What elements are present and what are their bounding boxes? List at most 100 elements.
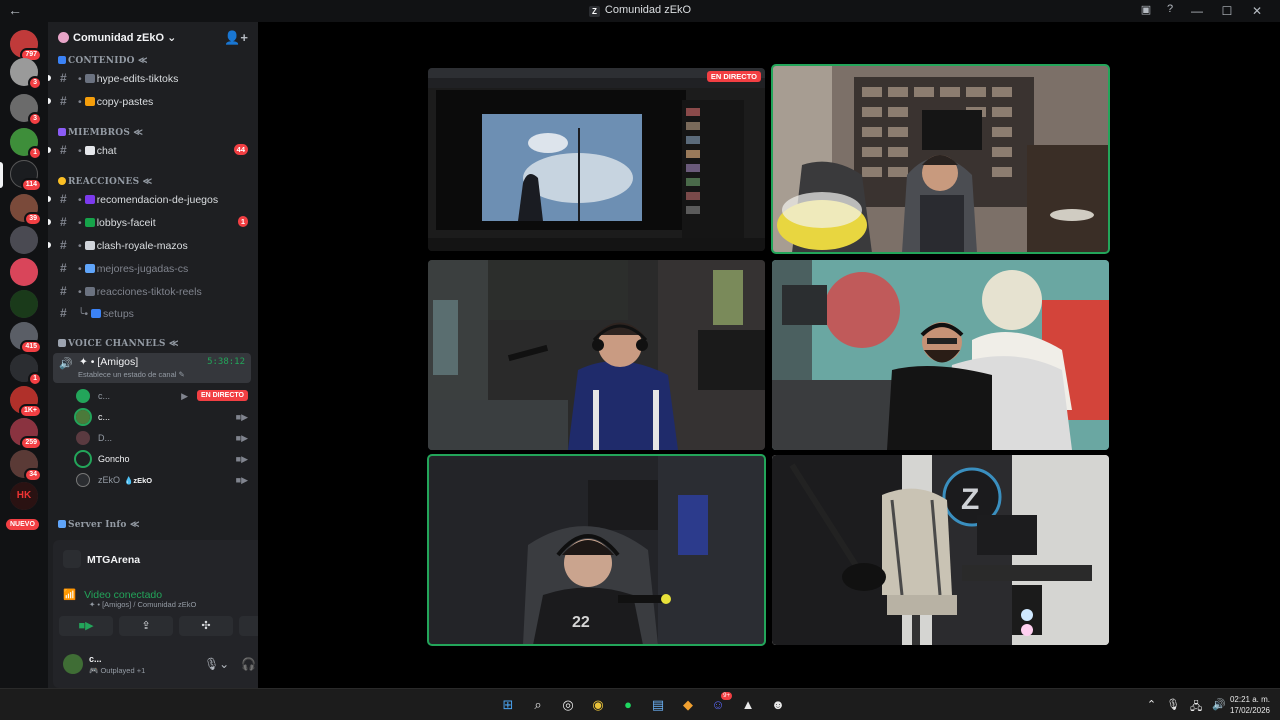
voice-user[interactable]: Goncho ■▶	[74, 450, 252, 468]
category-reacciones[interactable]: REACCIONES ≪	[58, 177, 152, 187]
start-menu-icon[interactable]: ⊞	[496, 695, 520, 715]
channel-copy-pastes[interactable]: # • copy-pastes	[54, 91, 252, 111]
speaker-icon: 🔊	[59, 358, 73, 370]
unity-icon[interactable]: ▲	[736, 695, 760, 715]
camera-button[interactable]: ■▶	[59, 616, 113, 636]
discord-icon[interactable]: ☺ 9+	[706, 692, 732, 715]
video-tile[interactable]: 22	[427, 454, 766, 646]
avatar	[76, 389, 90, 403]
server-icon[interactable]: 3	[10, 94, 42, 126]
video-grid: EN DIRECTO 22 Z	[258, 22, 1280, 688]
voice-user[interactable]: c... ■▶	[74, 408, 252, 426]
server-icon[interactable]: 39	[10, 194, 42, 226]
activities-button[interactable]: ✣	[179, 616, 233, 636]
channel-chat[interactable]: # • chat 44	[54, 140, 252, 160]
voice-user[interactable]: c... ▶ EN DIRECTO	[76, 387, 252, 405]
signal-icon: 📶	[63, 589, 77, 601]
clock-date: 17/02/2026	[1229, 706, 1270, 715]
network-icon[interactable]: 🖧	[1190, 698, 1202, 717]
hash-icon: #	[60, 238, 67, 252]
video-tile[interactable]	[772, 260, 1109, 450]
video-tile[interactable]	[428, 260, 765, 450]
server-icon[interactable]: HK	[10, 482, 38, 510]
avatar	[74, 450, 92, 468]
category-label: Server Info ≪	[68, 520, 140, 530]
voice-user[interactable]: D... ■▶	[76, 429, 252, 447]
chevron-up-icon[interactable]: ⌃	[1147, 698, 1156, 717]
avatar	[76, 431, 90, 445]
server-icon[interactable]: 259	[10, 418, 42, 450]
microphone-icon[interactable]: 🎙⌄	[204, 657, 229, 671]
server-badge: 1K+	[18, 404, 42, 418]
server-icon[interactable]: 797	[10, 30, 42, 62]
webcam-feed: 22	[428, 455, 765, 645]
inbox-icon[interactable]: ▣	[1134, 3, 1158, 19]
channel-clash-royale-mazos[interactable]: # • clash-royale-mazos	[54, 235, 252, 255]
close-button[interactable]: ✕	[1242, 3, 1272, 19]
server-icon[interactable]	[10, 226, 38, 254]
channel-label: reacciones-tiktok-reels	[96, 286, 202, 298]
voice-user[interactable]: zEkO 💧zEkO ■▶	[76, 471, 252, 489]
help-icon[interactable]: ?	[1158, 3, 1182, 19]
volume-icon[interactable]: 🔊	[1212, 698, 1226, 717]
notes-icon[interactable]: ▤	[646, 695, 670, 715]
channel-status-prompt[interactable]: Establece un estado de canal	[78, 370, 176, 379]
epic-games-icon[interactable]: ◆	[676, 695, 700, 715]
voice-channel-amigos[interactable]: 🔊 ✦ • [Amigos] 5:38:12 Establece un esta…	[53, 353, 251, 383]
hash-icon: #	[60, 215, 67, 229]
server-icon[interactable]: 415	[10, 322, 42, 354]
category-contenido[interactable]: CONTENIDO ≪	[58, 56, 148, 66]
chrome-icon[interactable]: ◉	[586, 695, 610, 715]
channel-reacciones-tiktok-reels[interactable]: # • reacciones-tiktok-reels	[54, 281, 252, 301]
voice-timer: 5:38:12	[207, 357, 245, 367]
channel-lobbys-faceit[interactable]: # • lobbys-faceit 1	[54, 212, 252, 232]
channel-hype-edits-tiktoks[interactable]: # • hype-edits-tiktoks	[54, 68, 252, 88]
server-badge: 1	[28, 146, 42, 160]
hash-icon: #	[60, 94, 67, 108]
server-badge: 3	[28, 76, 42, 90]
channel-recomendacion-de-juegos[interactable]: # • recomendacion-de-juegos	[54, 189, 252, 209]
video-tile[interactable]	[771, 64, 1110, 254]
stream-tile-screenshare[interactable]: EN DIRECTO	[428, 68, 765, 251]
category-label: REACCIONES ≪	[68, 177, 153, 187]
server-icon-active[interactable]: 114	[10, 160, 42, 192]
channel-label: lobbys-faceit	[96, 217, 156, 229]
voice-user-name: zEkO	[98, 475, 121, 485]
new-servers-pill[interactable]: NUEVO	[6, 519, 39, 530]
server-icon[interactable]	[10, 258, 38, 286]
system-clock[interactable]: 02:21 a. m. 17/02/2026	[1230, 694, 1270, 716]
channel-label: recomendacion-de-juegos	[96, 194, 219, 206]
steam-icon[interactable]: ☻	[766, 695, 790, 715]
category-server-info[interactable]: Server Info ≪	[58, 520, 140, 530]
server-icon[interactable]: 34	[10, 450, 42, 482]
server-rail: 797 3 3 1 114 39 415 1 1K+ 259 34 HK NUE…	[0, 22, 48, 688]
maximize-button[interactable]: ☐	[1212, 3, 1242, 19]
channel-label: setups	[103, 308, 134, 320]
game-launcher-icon[interactable]: ◎	[556, 695, 580, 715]
server-icon[interactable]	[10, 290, 38, 318]
clock-time: 02:21 a. m.	[1229, 695, 1270, 704]
voice-user-name: c...	[98, 412, 111, 422]
category-voice-channels[interactable]: VOICE CHANNELS ≪	[58, 339, 179, 349]
spotify-icon[interactable]: ●	[616, 695, 640, 715]
screen-share-button[interactable]: ⇪	[119, 616, 173, 636]
activity-row[interactable]: MTGArena	[63, 550, 140, 568]
microphone-icon[interactable]: 🎙	[1166, 698, 1180, 717]
video-tile[interactable]: Z	[772, 455, 1109, 645]
category-label: MIEMBROS ≪	[68, 128, 143, 138]
category-miembros[interactable]: MIEMBROS ≪	[58, 128, 143, 138]
channel-mejores-jugadas-cs[interactable]: # • mejores-jugadas-cs	[54, 258, 252, 278]
server-icon[interactable]: 3	[10, 58, 42, 90]
camera-icon: ■▶	[235, 454, 248, 464]
minimize-button[interactable]: —	[1182, 3, 1212, 19]
user-status: Outplayed +1	[100, 666, 146, 675]
server-icon[interactable]: 1	[10, 354, 42, 386]
server-icon[interactable]: 1	[10, 128, 42, 160]
guild-header[interactable]: Comunidad zEkO ⌄ 👤+	[48, 22, 258, 54]
server-icon[interactable]: 1K+	[10, 386, 42, 418]
voice-user-name: c...	[98, 391, 111, 401]
window-title-text: Comunidad zEkO	[604, 4, 692, 16]
invite-people-icon[interactable]: 👤+	[224, 30, 248, 46]
search-icon[interactable]: ⌕	[526, 695, 550, 715]
channel-setups[interactable]: # ╰• setups	[54, 303, 252, 323]
